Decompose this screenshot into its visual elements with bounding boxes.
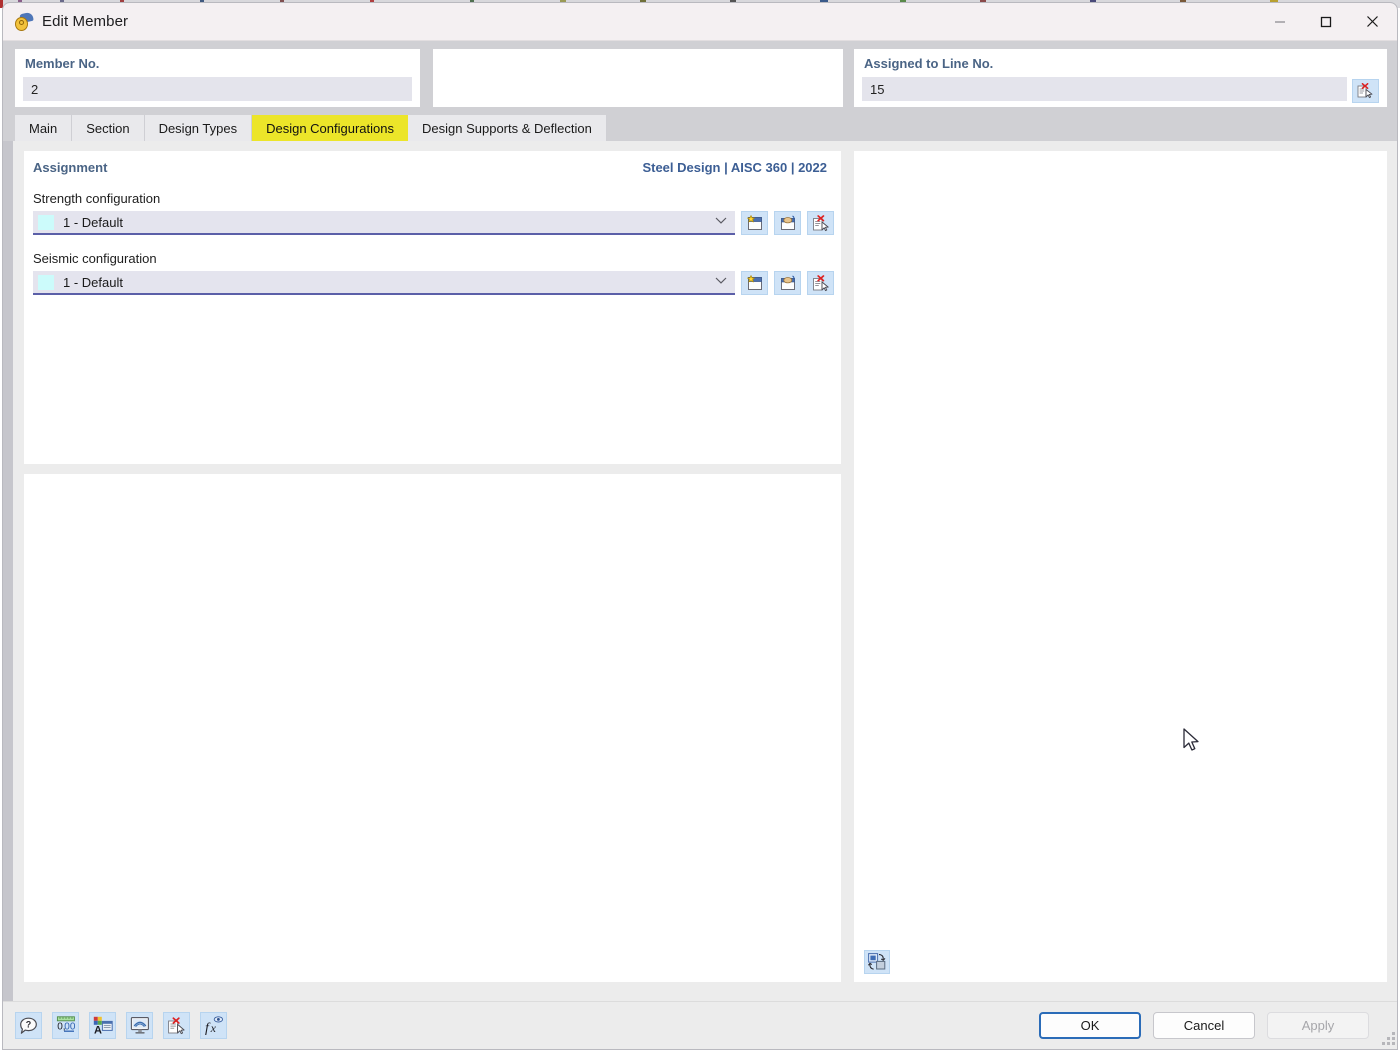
render-view-button[interactable] [864, 950, 890, 974]
monitor-icon [130, 1016, 150, 1035]
edit-item-icon [779, 215, 797, 232]
maximize-button[interactable] [1303, 3, 1349, 40]
delete-pick-icon [1357, 83, 1374, 99]
tab-strip: Main Section Design Types Design Configu… [15, 115, 607, 141]
window-controls [1257, 3, 1395, 40]
assignment-panel-header: Assignment Steel Design | AISC 360 | 202… [24, 151, 841, 175]
strength-configuration-value: 1 - Default [63, 215, 123, 230]
seismic-color-swatch [38, 275, 54, 290]
blank-card [433, 49, 843, 107]
member-no-card: Member No. 2 [15, 49, 420, 107]
apply-button[interactable]: Apply [1267, 1012, 1369, 1039]
seismic-configuration-label: Seismic configuration [24, 251, 841, 266]
seismic-configuration-select[interactable]: 1 - Default [33, 271, 735, 295]
delete-item-icon [812, 215, 830, 232]
design-standard-label: Steel Design | AISC 360 | 2022 [642, 160, 827, 175]
tab-design-configurations[interactable]: Design Configurations [252, 115, 408, 141]
assignment-heading: Assignment [33, 160, 107, 175]
tab-design-types[interactable]: Design Types [145, 115, 253, 141]
member-no-label: Member No. [15, 49, 420, 71]
chevron-down-icon [715, 217, 727, 228]
seismic-configuration-row: 1 - Default [24, 271, 841, 295]
maximize-icon [1320, 16, 1332, 28]
help-bubble-icon: ? [19, 1017, 38, 1035]
left-rail [3, 141, 13, 1003]
strength-configuration-label: Strength configuration [24, 191, 841, 206]
seismic-delete-configuration-button[interactable] [807, 271, 834, 295]
bottom-toolbar: ? 0, 00 [15, 1012, 227, 1039]
decimal-places-icon: 0, 00 [56, 1016, 76, 1035]
view-transfer-icon [868, 953, 887, 971]
strength-edit-configuration-button[interactable] [774, 211, 801, 235]
details-panel [24, 474, 841, 982]
assigned-line-label: Assigned to Line No. [854, 49, 1387, 71]
tab-design-supports-deflection[interactable]: Design Supports & Deflection [408, 115, 607, 141]
member-no-input[interactable]: 2 [23, 77, 412, 101]
dialog-button-row: OK Cancel Apply [1039, 1012, 1369, 1039]
svg-text:?: ? [26, 1019, 32, 1029]
bottom-bar: ? 0, 00 [3, 1001, 1398, 1049]
preview-panel [854, 151, 1387, 982]
member-icon [15, 13, 33, 31]
assigned-line-card: Assigned to Line No. 15 [854, 49, 1387, 107]
fx-icon: f x [204, 1016, 224, 1035]
minimize-icon [1274, 16, 1286, 28]
formula-button[interactable]: f x [200, 1012, 227, 1039]
visibility-button[interactable] [126, 1012, 153, 1039]
close-button[interactable] [1349, 3, 1395, 40]
cancel-button[interactable]: Cancel [1153, 1012, 1255, 1039]
delete-button[interactable] [163, 1012, 190, 1039]
edit-member-dialog: Edit Member Member No. [2, 2, 1398, 1050]
tab-main[interactable]: Main [15, 115, 72, 141]
assignment-panel: Assignment Steel Design | AISC 360 | 202… [24, 151, 841, 464]
title-bar: Edit Member [3, 3, 1397, 41]
svg-text:A: A [94, 1024, 102, 1035]
window-title: Edit Member [42, 13, 128, 30]
chevron-down-icon [715, 277, 727, 288]
edit-item-icon [779, 275, 797, 292]
resize-grip[interactable] [1382, 1032, 1395, 1045]
top-field-row: Member No. 2 Assigned to Line No. 15 [3, 41, 1398, 113]
strength-delete-configuration-button[interactable] [807, 211, 834, 235]
strength-new-configuration-button[interactable] [741, 211, 768, 235]
seismic-new-configuration-button[interactable] [741, 271, 768, 295]
minimize-button[interactable] [1257, 3, 1303, 40]
number-format-button[interactable]: 0, 00 [52, 1012, 79, 1039]
blank-card-label [433, 49, 843, 56]
close-icon [1366, 15, 1379, 28]
dialog-body: Assignment Steel Design | AISC 360 | 202… [3, 141, 1398, 1003]
seismic-configuration-value: 1 - Default [63, 275, 123, 290]
new-item-icon [746, 275, 764, 292]
clear-line-button[interactable] [1352, 79, 1379, 103]
svg-text:x: x [209, 1021, 216, 1035]
new-item-icon [746, 215, 764, 232]
help-button[interactable]: ? [15, 1012, 42, 1039]
delete-item-icon [812, 275, 830, 292]
ok-button[interactable]: OK [1039, 1012, 1141, 1039]
delete-pick-icon [167, 1017, 186, 1035]
strength-configuration-row: 1 - Default [24, 211, 841, 235]
assigned-line-input[interactable]: 15 [862, 77, 1347, 101]
strength-configuration-select[interactable]: 1 - Default [33, 211, 735, 235]
seismic-edit-configuration-button[interactable] [774, 271, 801, 295]
font-color-icon: A [93, 1016, 113, 1035]
strength-color-swatch [38, 215, 54, 230]
tab-section[interactable]: Section [72, 115, 144, 141]
display-properties-button[interactable]: A [89, 1012, 116, 1039]
